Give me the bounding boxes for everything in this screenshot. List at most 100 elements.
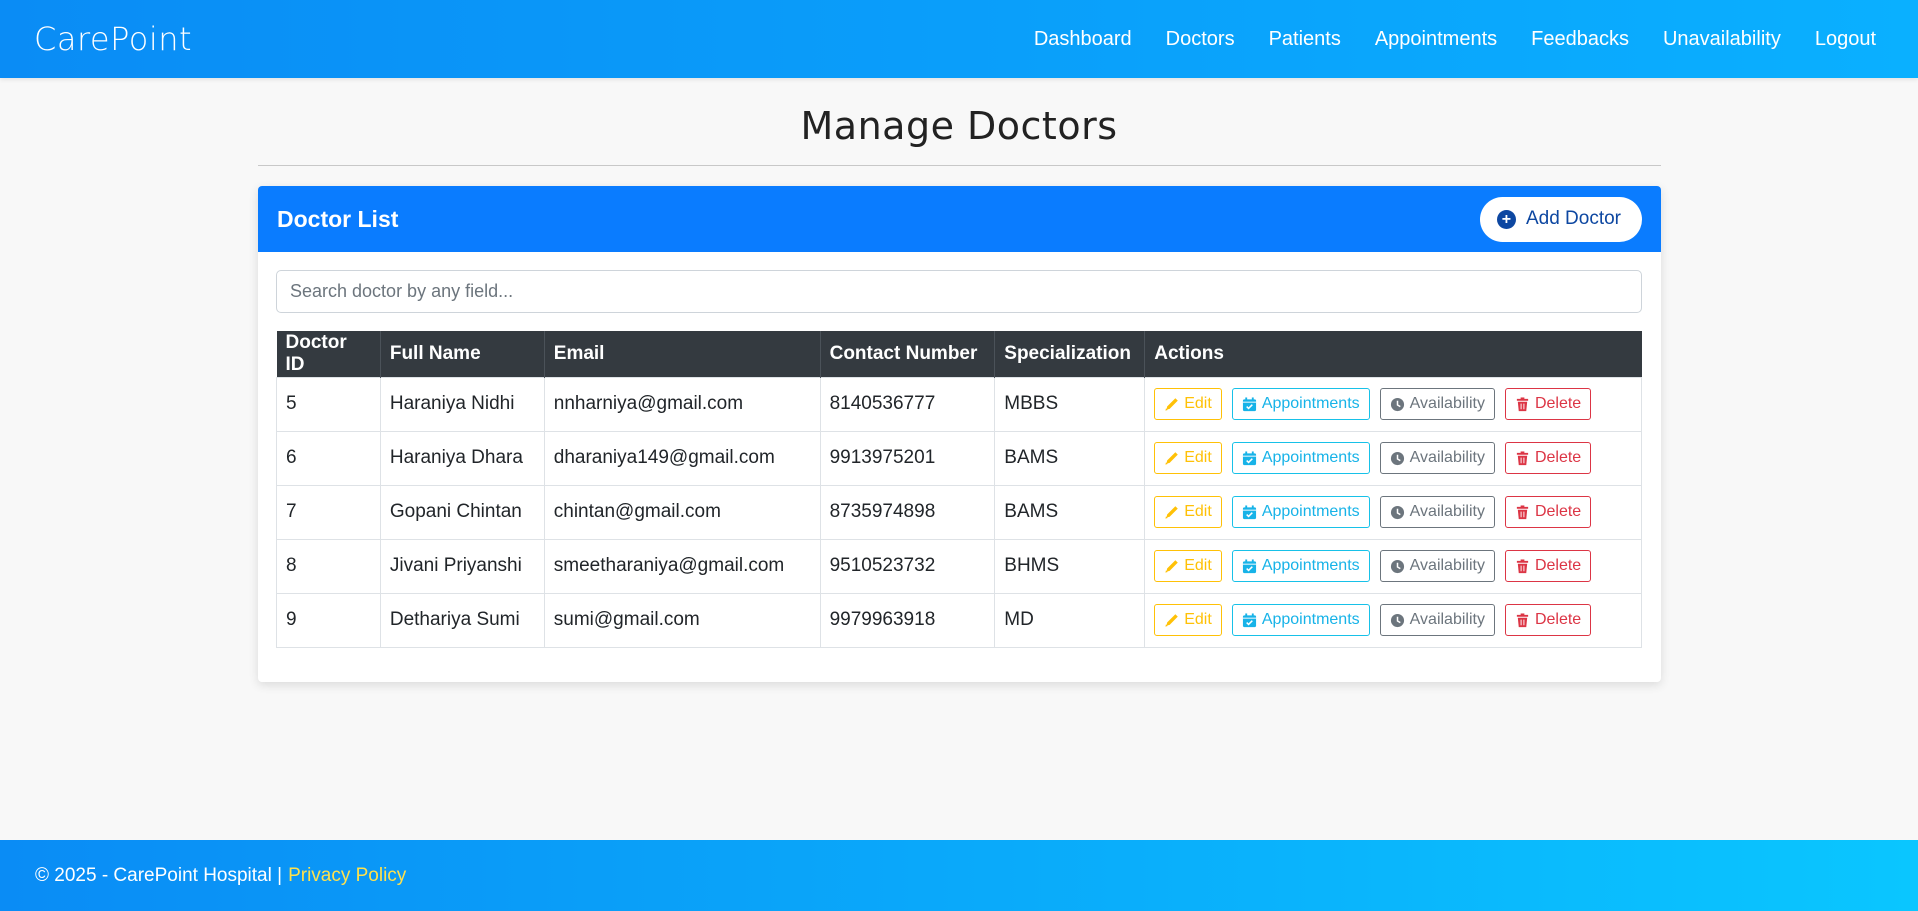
availability-button[interactable]: Availability [1379, 442, 1495, 474]
cell-actions: Edit Appointments Availability Delete [1144, 430, 1642, 486]
table-row: 6 Haraniya Dhara dharaniya149@gmail.com … [276, 430, 1642, 486]
nav-doctors[interactable]: Doctors [1149, 28, 1252, 51]
pencil-icon [1165, 613, 1179, 627]
cell-doctor-id: 8 [276, 538, 381, 594]
header-specialization[interactable]: Specialization [994, 331, 1146, 377]
calendar-check-icon [1242, 396, 1256, 411]
availability-label: Availability [1409, 611, 1485, 628]
cell-specialization: BHMS [994, 538, 1146, 594]
appointments-label: Appointments [1261, 611, 1360, 628]
cell-specialization: BAMS [994, 484, 1146, 540]
nav-links: Dashboard Doctors Patients Appointments … [1017, 28, 1876, 51]
calendar-check-icon [1242, 558, 1256, 573]
cell-actions: Edit Appointments Availability Delete [1144, 538, 1642, 594]
delete-button[interactable]: Delete [1504, 496, 1592, 528]
availability-button[interactable]: Availability [1379, 550, 1495, 582]
cell-doctor-id: 7 [276, 484, 381, 540]
cell-full-name: Jivani Priyanshi [379, 538, 545, 594]
delete-label: Delete [1534, 395, 1582, 412]
pencil-icon [1165, 451, 1179, 465]
cell-email: chintan@gmail.com [543, 484, 821, 540]
availability-label: Availability [1409, 557, 1485, 574]
availability-button[interactable]: Availability [1379, 604, 1495, 636]
cell-actions: Edit Appointments Availability Delete [1144, 376, 1642, 432]
trash-icon [1516, 504, 1529, 519]
nav-feedbacks[interactable]: Feedbacks [1514, 28, 1646, 51]
card-title: Doctor List [277, 205, 399, 232]
edit-button[interactable]: Edit [1154, 604, 1222, 636]
add-doctor-button[interactable]: + Add Doctor [1479, 196, 1642, 242]
clock-icon [1390, 559, 1404, 573]
delete-button[interactable]: Delete [1504, 442, 1592, 474]
header-doctor-id[interactable]: Doctor ID [276, 331, 381, 377]
search-input[interactable] [276, 270, 1642, 313]
cell-specialization: BAMS [994, 430, 1146, 486]
delete-label: Delete [1534, 503, 1582, 520]
cell-doctor-id: 6 [276, 430, 381, 486]
cell-doctor-id: 9 [276, 592, 381, 648]
cell-actions: Edit Appointments Availability Delete [1144, 484, 1642, 540]
edit-label: Edit [1184, 395, 1212, 412]
delete-button[interactable]: Delete [1504, 388, 1592, 420]
doctors-table: Doctor ID Full Name Email Contact Number… [276, 331, 1642, 648]
appointments-button[interactable]: Appointments [1231, 550, 1370, 582]
delete-button[interactable]: Delete [1504, 604, 1592, 636]
edit-button[interactable]: Edit [1154, 550, 1222, 582]
header-actions: Actions [1144, 331, 1642, 377]
pencil-icon [1165, 505, 1179, 519]
edit-button[interactable]: Edit [1154, 496, 1222, 528]
calendar-check-icon [1242, 504, 1256, 519]
trash-icon [1516, 558, 1529, 573]
pencil-icon [1165, 559, 1179, 573]
table-row: 9 Dethariya Sumi sumi@gmail.com 99799639… [276, 592, 1642, 648]
availability-button[interactable]: Availability [1379, 388, 1495, 420]
title-divider [258, 165, 1661, 166]
appointments-label: Appointments [1261, 449, 1360, 466]
appointments-button[interactable]: Appointments [1231, 388, 1370, 420]
trash-icon [1516, 450, 1529, 465]
nav-patients[interactable]: Patients [1252, 28, 1358, 51]
nav-logout[interactable]: Logout [1798, 28, 1876, 51]
plus-circle-icon: + [1496, 209, 1516, 229]
pencil-icon [1165, 397, 1179, 411]
delete-label: Delete [1534, 449, 1582, 466]
availability-label: Availability [1409, 449, 1485, 466]
trash-icon [1516, 612, 1529, 627]
cell-full-name: Haraniya Nidhi [379, 376, 545, 432]
appointments-button[interactable]: Appointments [1231, 604, 1370, 636]
table-row: 5 Haraniya Nidhi nnharniya@gmail.com 814… [276, 376, 1642, 432]
nav-dashboard[interactable]: Dashboard [1017, 28, 1149, 51]
availability-button[interactable]: Availability [1379, 496, 1495, 528]
appointments-button[interactable]: Appointments [1231, 496, 1370, 528]
clock-icon [1390, 613, 1404, 627]
cell-contact-number: 8735974898 [819, 484, 996, 540]
header-email[interactable]: Email [544, 331, 821, 377]
cell-contact-number: 9979963918 [819, 592, 996, 648]
cell-email: smeetharaniya@gmail.com [543, 538, 821, 594]
card-body: Doctor ID Full Name Email Contact Number… [258, 252, 1661, 648]
footer: © 2025 - CarePoint Hospital | Privacy Po… [0, 840, 1918, 911]
appointments-button[interactable]: Appointments [1231, 442, 1370, 474]
edit-button[interactable]: Edit [1154, 388, 1222, 420]
brand-logo[interactable]: CarePoint [34, 20, 192, 58]
appointments-label: Appointments [1261, 395, 1360, 412]
cell-actions: Edit Appointments Availability Delete [1144, 592, 1642, 648]
clock-icon [1390, 397, 1404, 411]
cell-full-name: Dethariya Sumi [379, 592, 545, 648]
edit-label: Edit [1184, 557, 1212, 574]
header-contact-number[interactable]: Contact Number [820, 331, 996, 377]
nav-unavailability[interactable]: Unavailability [1646, 28, 1798, 51]
card-header: Doctor List + Add Doctor [258, 186, 1661, 252]
cell-email: dharaniya149@gmail.com [543, 430, 821, 486]
cell-contact-number: 9510523732 [819, 538, 996, 594]
availability-label: Availability [1409, 395, 1485, 412]
delete-button[interactable]: Delete [1504, 550, 1592, 582]
privacy-policy-link[interactable]: Privacy Policy [288, 865, 406, 887]
footer-copyright: © 2025 - CarePoint Hospital | [35, 864, 283, 886]
cell-full-name: Haraniya Dhara [379, 430, 545, 486]
nav-appointments[interactable]: Appointments [1358, 28, 1514, 51]
edit-label: Edit [1184, 503, 1212, 520]
edit-button[interactable]: Edit [1154, 442, 1222, 474]
header-full-name[interactable]: Full Name [380, 331, 545, 377]
page-title: Manage Doctors [800, 104, 1118, 148]
